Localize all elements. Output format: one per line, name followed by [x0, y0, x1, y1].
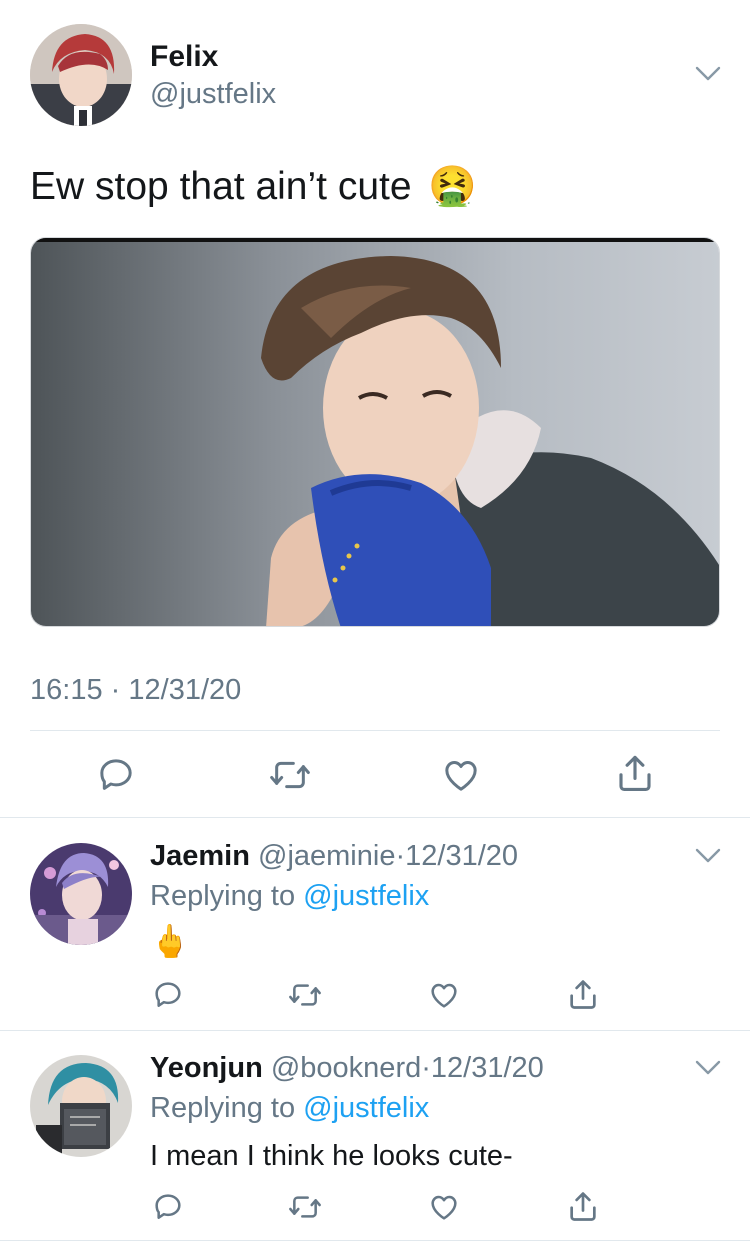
yeonjun-replying-to: Replying to @justfelix: [150, 1092, 429, 1125]
reply-1-divider: [0, 1030, 750, 1031]
jaemin-handle[interactable]: @jaeminie: [258, 840, 395, 872]
reply-2-divider: [0, 1240, 750, 1241]
jaemin-replying-to: Replying to @justfelix: [150, 880, 429, 913]
share-icon[interactable]: [566, 977, 600, 1013]
vomiting-emoji: 🤮: [428, 165, 477, 208]
tweet-timestamp[interactable]: 16:15 · 12/31/20: [30, 674, 241, 707]
jaemin-avatar[interactable]: [30, 843, 132, 945]
tweet-date: 12/31/20: [128, 674, 242, 706]
yeonjun-reply-text: I mean I think he looks cute-: [150, 1140, 513, 1172]
tweet-text: Ew stop that ain’t cute 🤮: [30, 163, 477, 209]
yeonjun-handle[interactable]: @booknerd: [271, 1052, 421, 1084]
felix-avatar[interactable]: [30, 24, 132, 126]
tweet-text-body: Ew stop that ain’t cute: [30, 165, 412, 208]
replying-to-label: Replying to: [150, 1092, 296, 1124]
felix-avatar-image: [30, 24, 132, 126]
like-icon[interactable]: [428, 979, 460, 1011]
reply-icon[interactable]: [152, 979, 184, 1011]
tweet-photo-image: [31, 238, 719, 626]
chevron-down-icon[interactable]: [694, 846, 722, 866]
yeonjun-date[interactable]: 12/31/20: [431, 1052, 544, 1084]
like-icon[interactable]: [428, 1191, 460, 1223]
reply-icon[interactable]: [96, 755, 136, 795]
retweet-icon[interactable]: [287, 1191, 323, 1223]
retweet-icon[interactable]: [287, 979, 323, 1011]
felix-handle[interactable]: @justfelix: [150, 78, 276, 111]
timestamp-separator: ·: [110, 674, 121, 706]
main-tweet-divider: [0, 817, 750, 818]
timestamp-divider: [30, 730, 720, 731]
tweet-time: 16:15: [30, 674, 103, 706]
jaemin-header: Jaemin @jaeminie·12/31/20: [150, 840, 518, 873]
jaemin-separator: ·: [395, 840, 406, 872]
jaemin-display-name[interactable]: Jaemin: [150, 840, 250, 872]
yeonjun-display-name[interactable]: Yeonjun: [150, 1052, 263, 1084]
share-icon[interactable]: [566, 1189, 600, 1225]
jaemin-date[interactable]: 12/31/20: [405, 840, 518, 872]
yeonjun-avatar[interactable]: [30, 1055, 132, 1157]
yeonjun-header: Yeonjun @booknerd·12/31/20: [150, 1052, 544, 1085]
yeonjun-separator: ·: [421, 1052, 431, 1084]
jaemin-reply-text: 🖕: [150, 923, 190, 959]
chevron-down-icon[interactable]: [694, 64, 722, 84]
retweet-icon[interactable]: [268, 755, 312, 795]
replying-to-label: Replying to: [150, 880, 296, 912]
jaemin-avatar-image: [30, 843, 132, 945]
replying-to-handle[interactable]: @justfelix: [303, 1092, 429, 1124]
replying-to-handle[interactable]: @justfelix: [303, 880, 429, 912]
felix-display-name[interactable]: Felix: [150, 40, 218, 74]
chevron-down-icon[interactable]: [694, 1058, 722, 1078]
like-icon[interactable]: [441, 755, 481, 795]
reply-icon[interactable]: [152, 1191, 184, 1223]
yeonjun-avatar-image: [30, 1055, 132, 1157]
share-icon[interactable]: [614, 752, 656, 796]
tweet-photo[interactable]: [30, 237, 720, 627]
